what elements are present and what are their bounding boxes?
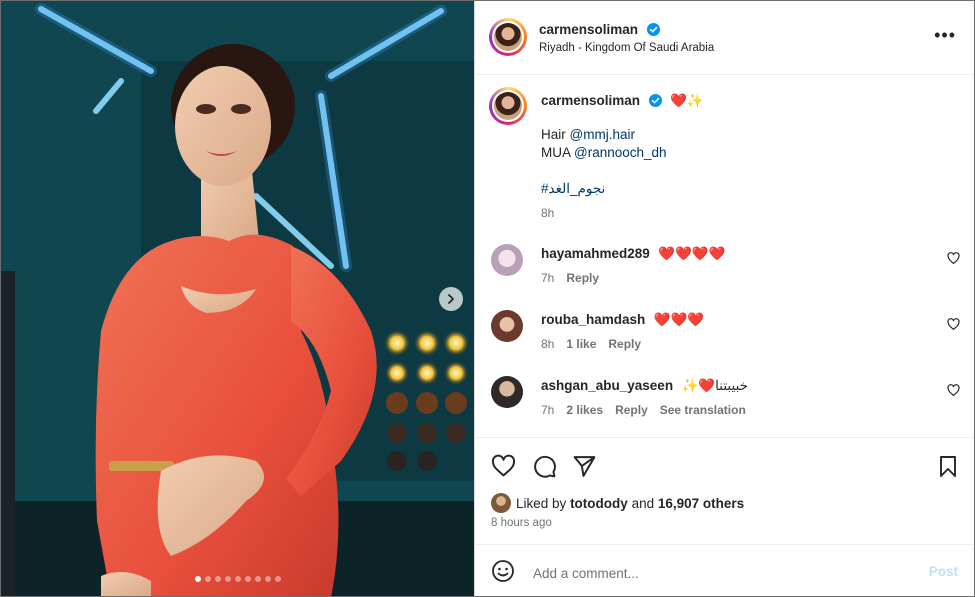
post-comment-button[interactable]: Post [929,564,958,579]
post-modal: carmensoliman Riyadh - Kingdom Of Saudi … [0,0,975,597]
caption-time: 8h [541,206,566,220]
comment-username[interactable]: rouba_hamdash [541,312,645,327]
author-username[interactable]: carmensoliman [539,22,638,37]
reply-button[interactable]: Reply [608,337,641,351]
comment-meta: 8h 1 like Reply [541,337,653,351]
comment-username[interactable]: hayamahmed289 [541,246,650,261]
post-actions: Liked by totodody and 16,907 others 8 ho… [475,437,974,546]
comment-item: ashgan_abu_yaseen ✨❤️خبيبتنا [541,377,748,395]
carousel-dot [224,576,231,582]
save-bookmark-icon[interactable] [936,454,960,479]
comment-bubble-icon[interactable] [532,454,557,479]
comment-likes-count[interactable]: 2 likes [566,403,603,417]
comment-text: ✨❤️خبيبتنا [681,378,748,393]
comment-likes-count[interactable]: 1 like [566,337,596,351]
carousel-dot [264,576,271,582]
carousel-dot [194,576,201,582]
carousel-dot [214,576,221,582]
caption-mua-label: MUA [541,145,575,160]
comment-input[interactable] [531,561,915,585]
post-details-panel: carmensoliman Riyadh - Kingdom Of Saudi … [474,1,974,596]
more-options-icon[interactable]: ••• [934,26,956,44]
post-photo [1,1,474,596]
see-translation-button[interactable]: See translation [660,403,746,417]
comment-item: rouba_hamdash ❤️❤️❤️ [541,311,704,329]
likes-summary: Liked by totodody and 16,907 others [491,493,744,513]
comment-text: ❤️❤️❤️ [653,312,705,327]
author-avatar[interactable] [489,18,527,56]
comment-username[interactable]: ashgan_abu_yaseen [541,378,673,393]
caption-username[interactable]: carmensoliman [541,93,640,108]
caption-timestamp: 8h [541,206,555,220]
comment-meta: 7h Reply [541,271,611,285]
caption-emojis: ❤️✨ [669,93,704,108]
caption-header: carmensoliman ❤️✨ [541,92,704,110]
comment-time: 7h [541,403,555,417]
comment-meta: 7h 2 likes Reply See translation [541,403,758,417]
carousel-dot [254,576,261,582]
verified-badge-icon [648,94,662,108]
post-header: carmensoliman Riyadh - Kingdom Of Saudi … [475,1,974,75]
caption-line-hair: Hair @mmj.hair [541,126,635,144]
likes-count-link[interactable]: 16,907 others [658,496,744,511]
share-send-icon[interactable] [572,454,597,479]
post-media[interactable] [1,1,474,596]
comment-avatar[interactable] [491,244,523,276]
carousel-dot [244,576,251,582]
post-location[interactable]: Riyadh - Kingdom Of Saudi Arabia [539,42,714,54]
likes-middle: and [631,495,655,511]
next-slide-button[interactable] [439,287,463,311]
comment-text: ❤️❤️❤️❤️ [658,246,726,261]
liker-username[interactable]: totodody [570,496,628,511]
add-comment-bar: Post [475,544,974,596]
comments-section: carmensoliman ❤️✨ Hair @mmj.hair MUA @ra… [475,74,974,437]
comment-avatar[interactable] [491,310,523,342]
caption-hair-label: Hair [541,127,570,142]
emoji-icon[interactable] [491,559,515,583]
likes-prefix: Liked by [516,495,567,511]
comment-time: 8h [541,337,555,351]
caption-avatar[interactable] [489,87,527,125]
verified-badge-icon [646,23,660,37]
caption-line-mua: MUA @rannooch_dh [541,144,667,162]
carousel-indicator [1,576,474,582]
comment-time: 7h [541,271,555,285]
comment-like-heart-icon[interactable] [947,252,960,265]
comment-item: hayamahmed289 ❤️❤️❤️❤️ [541,245,726,263]
comment-like-heart-icon[interactable] [947,384,960,397]
reply-button[interactable]: Reply [566,271,599,285]
carousel-dot [234,576,241,582]
chevron-right-icon [448,294,454,304]
comment-avatar[interactable] [491,376,523,408]
carousel-dot [274,576,281,582]
mention-mua-link[interactable]: @rannooch_dh [574,145,667,160]
liker-avatar[interactable] [491,493,511,513]
post-timestamp[interactable]: 8 hours ago [491,517,552,529]
comment-like-heart-icon[interactable] [947,318,960,331]
like-heart-icon[interactable] [491,454,516,479]
reply-button[interactable]: Reply [615,403,648,417]
carousel-dot [204,576,211,582]
mention-hair-link[interactable]: @mmj.hair [570,127,635,142]
hashtag-link[interactable]: #نجوم_الغد [541,180,605,198]
